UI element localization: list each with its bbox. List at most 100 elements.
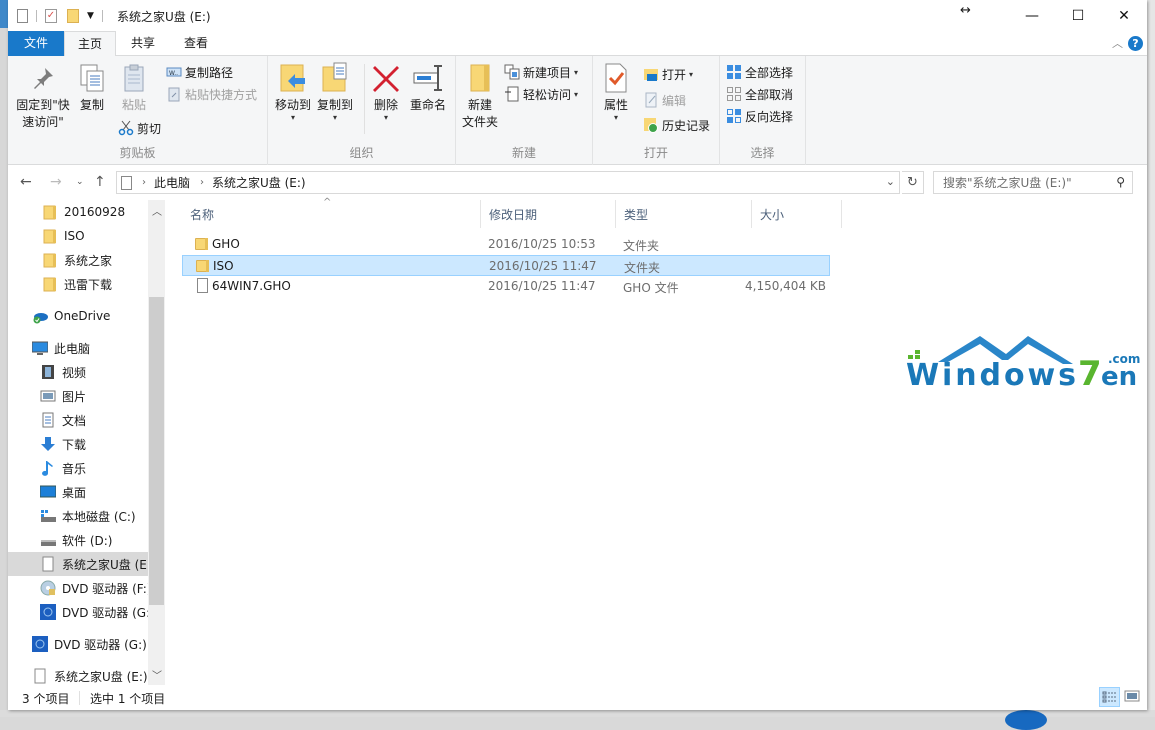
breadcrumb-separator-icon[interactable]: ›	[142, 177, 146, 188]
properties-label: 属性	[603, 98, 628, 112]
new-folder-icon[interactable]	[67, 9, 79, 23]
file-date-modified: 2016/10/25 11:47	[488, 279, 596, 293]
search-input[interactable]: 搜索"系统之家U盘 (E:)" ⚲	[933, 171, 1133, 194]
sidebar-item[interactable]: DVD 驱动器 (G:)	[8, 600, 148, 624]
new-group-label: 新建	[511, 146, 536, 160]
address-bar[interactable]: › 此电脑 › 系统之家U盘 (E:) ⌄	[116, 171, 900, 194]
sidebar-item[interactable]: 软件 (D:)	[8, 528, 148, 552]
select-all-button[interactable]: 全部选择	[726, 62, 793, 82]
sidebar-item[interactable]: 下载	[8, 432, 148, 456]
sidebar-item[interactable]: 本地磁盘 (C:)	[8, 504, 148, 528]
tab-home[interactable]: 主页	[64, 31, 116, 57]
address-history-dropdown-icon[interactable]: ⌄	[886, 175, 895, 188]
copy-to-button[interactable]: 复制到 ▾	[316, 62, 354, 122]
sidebar-item[interactable]: 系统之家U盘 (E:)	[8, 552, 148, 576]
rename-button[interactable]: 重命名	[408, 62, 448, 114]
sidebar-item[interactable]: 图片	[8, 384, 148, 408]
tab-share[interactable]: 共享	[118, 31, 168, 56]
sidebar-item[interactable]: 系统之家U盘 (E:)	[8, 664, 148, 685]
forward-button[interactable]: →	[50, 174, 62, 190]
move-to-button[interactable]: 移动到 ▾	[274, 62, 312, 122]
new-folder-label-line2: 文件夹	[461, 115, 498, 129]
taskbar-button[interactable]	[1005, 710, 1047, 730]
open-group: 属性 ▾ 打开 ▾ 编辑 历史记录 打开	[593, 56, 720, 165]
blank-file-icon[interactable]	[17, 9, 28, 23]
breadcrumb-this-pc[interactable]: 此电脑	[154, 174, 190, 191]
sidebar-item[interactable]: ISO	[8, 224, 148, 248]
cut-button[interactable]: 剪切	[118, 118, 161, 138]
new-item-button[interactable]: 新建项目 ▾	[504, 62, 578, 82]
sidebar-item[interactable]: 文档	[8, 408, 148, 432]
up-button[interactable]: ↑	[94, 174, 106, 190]
paste-shortcut-button[interactable]: 粘贴快捷方式	[166, 84, 257, 104]
sidebar-item-label: 软件 (D:)	[62, 533, 113, 548]
sidebar-item[interactable]: 此电脑	[8, 336, 148, 360]
details-view-button[interactable]	[1099, 687, 1120, 707]
pin-label-line1: 固定到"快	[16, 98, 70, 112]
copy-button[interactable]: 复制	[74, 62, 110, 114]
recent-locations-dropdown[interactable]: ⌄	[76, 177, 84, 187]
sidebar-item[interactable]: 桌面	[8, 480, 148, 504]
navigation-pane-scrollbar[interactable]: ︿ ﹀	[148, 200, 165, 685]
file-row[interactable]: 64WIN7.GHO 2016/10/25 11:47 GHO 文件 4,150,40…	[182, 276, 830, 297]
minimize-button[interactable]: —	[1009, 0, 1055, 31]
delete-button[interactable]: 删除 ▾	[370, 62, 402, 122]
column-header-type[interactable]: 类型	[616, 200, 752, 228]
cut-label: 剪切	[137, 121, 162, 136]
edit-button[interactable]: 编辑	[643, 90, 686, 110]
organize-group: 移动到 ▾ 复制到 ▾ 删除 ▾ 重命名 组织	[268, 56, 456, 165]
sidebar-item-label: ISO	[64, 229, 85, 243]
customize-toolbar-dropdown-icon[interactable]: ▼	[87, 11, 94, 21]
invert-selection-button[interactable]: 反向选择	[726, 106, 793, 126]
scrollbar-thumb[interactable]	[149, 297, 164, 605]
search-icon[interactable]: ⚲	[1116, 175, 1125, 189]
navigation-pane: 20160928 ISO 系统之家 迅雷下载 OneDrive 此电脑 视频 图片 文档 下载 音乐…	[8, 200, 165, 685]
help-icon[interactable]: ?	[1128, 36, 1143, 51]
large-icons-view-button[interactable]	[1123, 687, 1144, 707]
refresh-button[interactable]: ↻	[902, 171, 924, 194]
new-folder-button[interactable]: 新建 文件夹	[460, 62, 500, 131]
column-header-name[interactable]: 名称	[182, 200, 481, 228]
open-button[interactable]: 打开 ▾	[643, 64, 693, 84]
sidebar-item[interactable]: 迅雷下载	[8, 272, 148, 296]
back-button[interactable]: ←	[20, 174, 32, 190]
select-group-label: 选择	[750, 146, 775, 160]
paste-button[interactable]: 粘贴	[116, 62, 152, 114]
scroll-down-icon[interactable]: ﹀	[152, 667, 162, 682]
sidebar-item[interactable]: DVD 驱动器 (G:)	[8, 632, 148, 656]
history-icon	[643, 117, 659, 133]
sidebar-item[interactable]: 系统之家	[8, 248, 148, 272]
properties-button[interactable]: 属性 ▾	[599, 62, 633, 122]
tab-file[interactable]: 文件	[8, 31, 64, 56]
usb-drive-icon	[40, 556, 56, 572]
history-button[interactable]: 历史记录	[643, 115, 710, 135]
drive-icon	[40, 532, 56, 548]
invert-selection-icon	[726, 108, 742, 124]
scroll-up-icon[interactable]: ︿	[152, 203, 162, 218]
sidebar-item[interactable]: 音乐	[8, 456, 148, 480]
collapse-ribbon-icon[interactable]: ︿	[1112, 35, 1123, 51]
easy-access-button[interactable]: 轻松访问 ▾	[504, 84, 578, 104]
properties-check-icon[interactable]: ✓	[45, 9, 57, 23]
background-window-edge	[0, 0, 8, 717]
pin-to-quick-access-button[interactable]: 固定到"快 速访问"	[14, 62, 72, 131]
sidebar-item[interactable]: 视频	[8, 360, 148, 384]
sidebar-item[interactable]: DVD 驱动器 (F:)	[8, 576, 148, 600]
file-row[interactable]: ISO 2016/10/25 11:47 文件夹	[182, 255, 830, 276]
select-none-button[interactable]: 全部取消	[726, 84, 793, 104]
paste-icon	[118, 62, 150, 94]
sidebar-item[interactable]: 20160928	[8, 200, 148, 224]
breadcrumb-separator-icon[interactable]: ›	[200, 177, 204, 188]
copy-icon	[76, 62, 108, 94]
column-header-size[interactable]: 大小	[752, 200, 842, 228]
sidebar-item[interactable]: OneDrive	[8, 304, 148, 328]
copy-path-button[interactable]: W.. 复制路径	[166, 62, 233, 82]
column-header-date-modified[interactable]: 修改日期	[481, 200, 616, 228]
file-row[interactable]: GHO 2016/10/25 10:53 文件夹	[182, 234, 830, 255]
breadcrumb-usb-drive[interactable]: 系统之家U盘 (E:)	[212, 174, 306, 191]
close-button[interactable]: ✕	[1101, 0, 1147, 31]
maximize-button[interactable]: ☐	[1055, 0, 1101, 31]
picture-icon	[40, 388, 56, 404]
tab-view[interactable]: 查看	[172, 31, 220, 56]
open-folder-icon	[643, 66, 659, 82]
